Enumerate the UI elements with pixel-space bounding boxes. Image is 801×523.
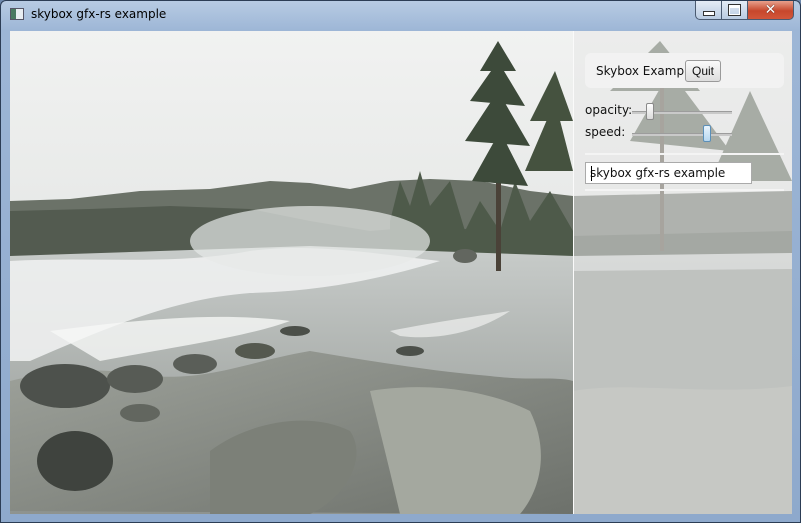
minimize-button[interactable]: [695, 1, 722, 20]
maximize-button[interactable]: [722, 1, 748, 20]
window-controls: ✕: [695, 1, 794, 20]
separator: [585, 153, 784, 155]
speed-slider-thumb[interactable]: [703, 125, 711, 142]
render-viewport[interactable]: Skybox Example Quit opacity: speed: skyb…: [10, 31, 792, 514]
window-title: skybox gfx-rs example: [31, 7, 167, 21]
opacity-label: opacity:: [585, 103, 633, 117]
ui-overlay-panel: Skybox Example Quit opacity: speed: skyb…: [573, 31, 792, 514]
title-bar[interactable]: skybox gfx-rs example ✕: [1, 1, 800, 29]
panel-title: Skybox Example: [596, 64, 695, 78]
separator: [585, 189, 784, 191]
text-caret: [591, 166, 592, 181]
app-window: skybox gfx-rs example ✕ Skybox Example Q…: [0, 0, 801, 523]
title-text-input[interactable]: skybox gfx-rs example: [585, 162, 752, 184]
minimize-icon: [702, 10, 715, 16]
quit-button[interactable]: Quit: [685, 60, 722, 82]
speed-slider[interactable]: [632, 125, 732, 142]
app-window-icon: [10, 8, 24, 20]
panel-header: Skybox Example Quit: [585, 53, 784, 88]
opacity-slider[interactable]: [632, 103, 732, 120]
close-icon: ✕: [764, 2, 777, 18]
speed-label: speed:: [585, 125, 626, 139]
opacity-slider-thumb[interactable]: [646, 103, 654, 120]
close-button[interactable]: ✕: [748, 1, 794, 20]
maximize-icon: [728, 4, 741, 16]
title-text-input-value: skybox gfx-rs example: [590, 166, 726, 180]
